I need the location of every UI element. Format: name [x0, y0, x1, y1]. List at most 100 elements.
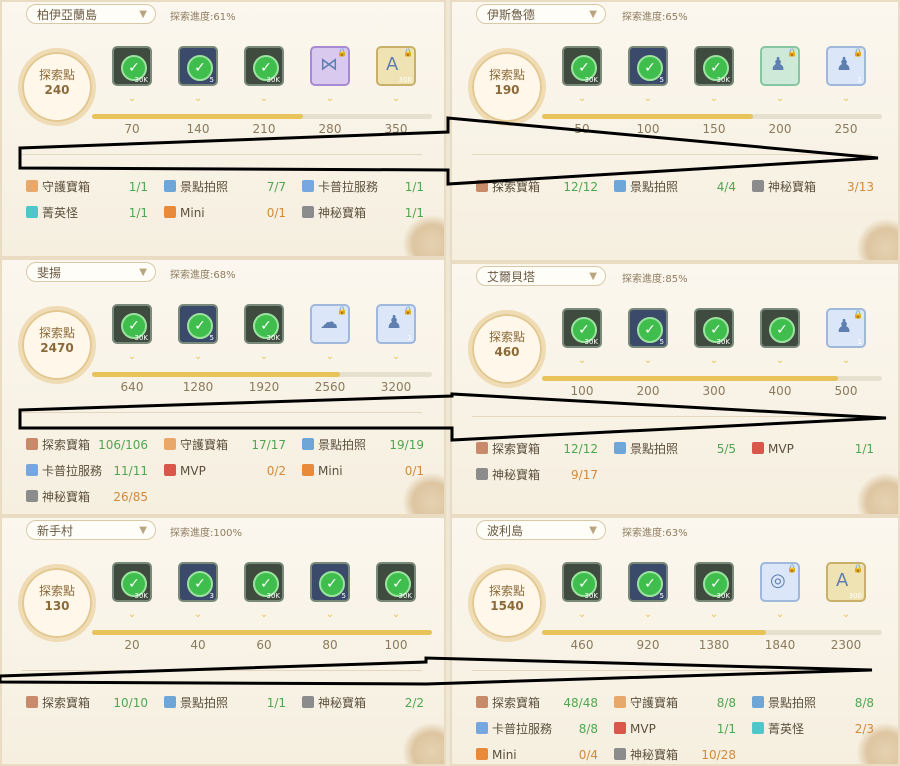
region-dropdown[interactable]: 艾爾貝塔 ▼ — [476, 266, 606, 286]
stat-label: Mini — [492, 748, 517, 762]
reward-item[interactable]: 🔒 A 300 — [376, 46, 416, 86]
milestone-chevron-icon: ⌄ — [709, 609, 719, 620]
cloud-icon: ☁ — [320, 312, 338, 333]
stat-item: 神秘寶箱 9/17 — [476, 466, 598, 484]
stat-value: 11/11 — [113, 464, 148, 478]
reward-item[interactable]: 🔒 ⋈ — [310, 46, 350, 86]
milestone-chevrons: ⌄ ⌄ ⌄ ⌄ ⌄ — [562, 94, 882, 104]
milestone-values: 640 1280 1920 2560 3200 — [112, 380, 432, 394]
mini-icon — [164, 206, 176, 218]
milestone-chevron-icon: ⌄ — [841, 93, 851, 104]
mystery-chest-icon — [476, 468, 488, 480]
reward-item[interactable]: ✓ 5 — [178, 304, 218, 344]
milestone-chevron-icon: ⌄ — [391, 93, 401, 104]
reward-item[interactable]: 🔒 ◎ — [760, 562, 800, 602]
milestone-value: 40 — [190, 638, 206, 652]
reward-item[interactable]: ✓ 5 — [628, 562, 668, 602]
reward-item[interactable]: ✓ 30K — [112, 304, 152, 344]
reward-item[interactable]: ✓ 5 — [628, 46, 668, 86]
stat-value: 9/17 — [571, 468, 598, 482]
stat-value: 0/4 — [578, 748, 598, 762]
stat-value: 19/19 — [389, 438, 424, 452]
stat-value: 1/1 — [854, 442, 874, 456]
reward-item[interactable]: 🔒 A 300 — [826, 562, 866, 602]
stat-label: MVP — [630, 722, 656, 736]
reward-item[interactable]: ✓ — [760, 308, 800, 348]
reward-item[interactable]: ✓ 30K — [694, 46, 734, 86]
stat-item: 探索寶箱 10/10 — [26, 694, 148, 712]
region-name: 斐揚 — [37, 266, 62, 280]
exploration-score-badge: 探索點 240 — [18, 48, 96, 126]
region-dropdown[interactable]: 波利島 ▼ — [476, 520, 606, 540]
milestone-value: 100 — [384, 638, 408, 652]
mvp-icon — [614, 722, 626, 734]
reward-item[interactable]: 🔒 ☁ — [310, 304, 350, 344]
stat-item: MVP 1/1 — [752, 440, 874, 458]
check-icon: ✓ — [769, 317, 795, 343]
reward-item[interactable]: 🔒 ♟ 1 — [376, 304, 416, 344]
reward-item[interactable]: ✓ 30K — [562, 46, 602, 86]
milestone-chevron-icon: ⌄ — [775, 609, 785, 620]
stat-label: 卡普拉服務 — [42, 464, 103, 478]
reward-item[interactable]: ✓ 30K — [112, 46, 152, 86]
milestone-chevron-icon: ⌄ — [127, 93, 137, 104]
camera-icon — [302, 438, 314, 450]
stat-value: 1/1 — [128, 180, 148, 194]
reward-item[interactable]: ✓ 5 — [178, 46, 218, 86]
reward-item[interactable]: ✓ 30K — [562, 562, 602, 602]
reward-item[interactable]: ✓ 30K — [376, 562, 416, 602]
elite-icon — [752, 722, 764, 734]
stat-label: 神秘寶箱 — [318, 206, 367, 220]
stat-item: 卡普拉服務 11/11 — [26, 462, 148, 480]
milestone-value: 920 — [636, 638, 660, 652]
reward-item[interactable]: ✓ 30K — [112, 562, 152, 602]
guard-chest-icon — [614, 696, 626, 708]
milestone-value: 200 — [636, 384, 660, 398]
stat-value: 1/1 — [266, 696, 286, 710]
stat-value: 10/10 — [113, 696, 148, 710]
score-label: 探索點 — [488, 330, 525, 344]
milestone-values: 50 100 150 200 250 — [562, 122, 882, 136]
reward-item[interactable]: ✓ 30K — [562, 308, 602, 348]
reward-item[interactable]: ✓ 5 — [310, 562, 350, 602]
region-dropdown[interactable]: 柏伊亞蘭島 ▼ — [26, 4, 156, 24]
progress-fill — [542, 114, 753, 119]
camera-icon — [752, 696, 764, 708]
milestone-value: 3200 — [380, 380, 412, 394]
camera-icon — [614, 180, 626, 192]
stat-label: 卡普拉服務 — [318, 180, 379, 194]
reward-quantity: 30K — [398, 592, 413, 600]
reward-item[interactable]: ✓ 3 — [178, 562, 218, 602]
reward-item[interactable]: 🔒 ♟ — [760, 46, 800, 86]
figure-icon: ♟ — [386, 312, 403, 333]
reward-item[interactable]: 🔒 ♟ 1 — [826, 308, 866, 348]
stat-item: Mini 0/1 — [302, 462, 424, 480]
chevron-down-icon: ▼ — [589, 271, 597, 282]
reward-item[interactable]: ✓ 30K — [694, 308, 734, 348]
reward-item[interactable]: ✓ 30K — [244, 562, 284, 602]
reward-item[interactable]: 🔒 ♟ 1 — [826, 46, 866, 86]
milestone-value: 1920 — [248, 380, 280, 394]
stat-label: 守護寶箱 — [42, 180, 91, 194]
stat-label: 景點拍照 — [180, 180, 229, 194]
reward-row: ✓ 30K ✓ 5 ✓ 30K 🔒 ☁ 🔒 ♟ 1 — [112, 304, 432, 344]
region-dropdown[interactable]: 新手村 ▼ — [26, 520, 156, 540]
reward-item[interactable]: ✓ 30K — [694, 562, 734, 602]
progress-track — [92, 114, 432, 119]
region-dropdown[interactable]: 伊斯魯德 ▼ — [476, 4, 606, 24]
reward-row: ✓ 30K ✓ 5 ✓ 30K 🔒 ◎ 🔒 A 300 — [562, 562, 882, 602]
milestone-chevron-icon: ⌄ — [577, 355, 587, 366]
reward-item[interactable]: ✓ 5 — [628, 308, 668, 348]
mystery-chest-icon — [614, 748, 626, 760]
region-dropdown[interactable]: 斐揚 ▼ — [26, 262, 156, 282]
reward-item[interactable]: ✓ 30K — [244, 46, 284, 86]
reward-item[interactable]: ✓ 30K — [244, 304, 284, 344]
exploration-score-badge: 探索點 190 — [468, 48, 546, 126]
chevron-down-icon: ▼ — [139, 525, 147, 536]
stat-label: 景點拍照 — [630, 442, 679, 456]
milestone-value: 60 — [256, 638, 272, 652]
milestone-values: 20 40 60 80 100 — [112, 638, 432, 652]
stat-item: 景點拍照 7/7 — [164, 178, 286, 196]
milestone-chevron-icon: ⌄ — [643, 93, 653, 104]
mystery-chest-icon — [302, 206, 314, 218]
